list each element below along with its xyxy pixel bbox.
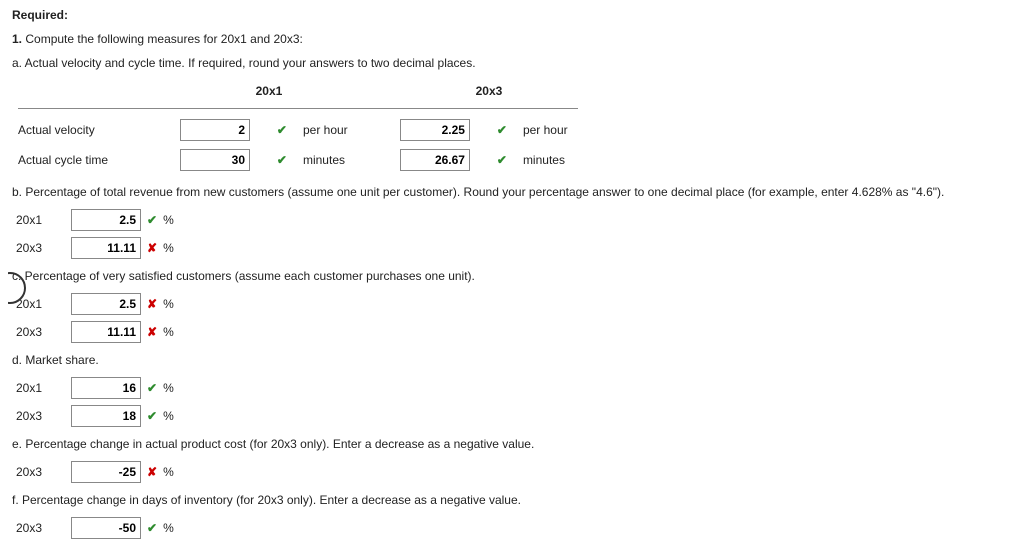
input-f-20x3[interactable] xyxy=(71,517,141,539)
pct-label: % xyxy=(163,325,174,339)
cross-icon: ✘ xyxy=(143,241,161,255)
part-d-prompt: d. Market share. xyxy=(12,353,1012,367)
year-label: 20x3 xyxy=(12,465,71,479)
input-d-20x3[interactable] xyxy=(71,405,141,427)
e-row-20x3: 20x3 ✘ % xyxy=(12,461,1012,483)
pct-label: % xyxy=(163,297,174,311)
row-velocity: Actual velocity ✔ per hour ✔ per hour xyxy=(12,115,584,145)
part-e-prompt: e. Percentage change in actual product c… xyxy=(12,437,1012,451)
part-a-prompt: a. Actual velocity and cycle time. If re… xyxy=(12,56,1012,70)
part-c-prompt: c. Percentage of very satisfied customer… xyxy=(12,269,1012,283)
year-label: 20x3 xyxy=(12,325,71,339)
q1-text: Compute the following measures for 20x1 … xyxy=(25,32,303,46)
pct-label: % xyxy=(163,521,174,535)
label-velocity: Actual velocity xyxy=(12,115,174,145)
check-icon: ✔ xyxy=(271,145,297,175)
year-label: 20x1 xyxy=(12,213,71,227)
input-velocity-20x3[interactable] xyxy=(400,119,470,141)
year-label: 20x1 xyxy=(12,381,71,395)
c-row-20x3: 20x3 ✘ % xyxy=(12,321,1012,343)
unit-perhour-2: per hour xyxy=(517,115,584,145)
col-20x1: 20x1 xyxy=(174,80,364,102)
q1-number: 1. xyxy=(12,32,22,46)
input-c-20x3[interactable] xyxy=(71,321,141,343)
pct-label: % xyxy=(163,213,174,227)
pct-label: % xyxy=(163,381,174,395)
check-icon: ✔ xyxy=(271,115,297,145)
year-label: 20x3 xyxy=(12,409,71,423)
unit-min-1: minutes xyxy=(297,145,364,175)
input-velocity-20x1[interactable] xyxy=(180,119,250,141)
check-icon: ✔ xyxy=(491,115,517,145)
input-e-20x3[interactable] xyxy=(71,461,141,483)
input-d-20x1[interactable] xyxy=(71,377,141,399)
d-row-20x3: 20x3 ✔ % xyxy=(12,405,1012,427)
unit-perhour-1: per hour xyxy=(297,115,364,145)
pct-label: % xyxy=(163,409,174,423)
year-label: 20x3 xyxy=(12,521,71,535)
input-b-20x3[interactable] xyxy=(71,237,141,259)
b-row-20x3: 20x3 ✘ % xyxy=(12,237,1012,259)
row-cycletime: Actual cycle time ✔ minutes ✔ minutes xyxy=(12,145,584,175)
required-heading: Required: xyxy=(12,8,1012,22)
cross-icon: ✘ xyxy=(143,465,161,479)
pct-label: % xyxy=(163,465,174,479)
check-icon: ✔ xyxy=(143,409,161,423)
check-icon: ✔ xyxy=(143,381,161,395)
pct-label: % xyxy=(163,241,174,255)
input-cycle-20x1[interactable] xyxy=(180,149,250,171)
check-icon: ✔ xyxy=(143,521,161,535)
year-label: 20x3 xyxy=(12,241,71,255)
f-row-20x3: 20x3 ✔ % xyxy=(12,517,1012,539)
part-b-prompt: b. Percentage of total revenue from new … xyxy=(12,185,1012,199)
c-row-20x1: 20x1 ✘ % xyxy=(12,293,1012,315)
label-cycletime: Actual cycle time xyxy=(12,145,174,175)
input-c-20x1[interactable] xyxy=(71,293,141,315)
b-row-20x1: 20x1 ✔ % xyxy=(12,209,1012,231)
unit-min-2: minutes xyxy=(517,145,584,175)
d-row-20x1: 20x1 ✔ % xyxy=(12,377,1012,399)
input-b-20x1[interactable] xyxy=(71,209,141,231)
input-cycle-20x3[interactable] xyxy=(400,149,470,171)
part-f-prompt: f. Percentage change in days of inventor… xyxy=(12,493,1012,507)
cross-icon: ✘ xyxy=(143,325,161,339)
check-icon: ✔ xyxy=(143,213,161,227)
col-20x3: 20x3 xyxy=(394,80,584,102)
check-icon: ✔ xyxy=(491,145,517,175)
part-a-table: 20x1 20x3 Actual velocity ✔ per hour ✔ p… xyxy=(12,80,584,175)
cross-icon: ✘ xyxy=(143,297,161,311)
